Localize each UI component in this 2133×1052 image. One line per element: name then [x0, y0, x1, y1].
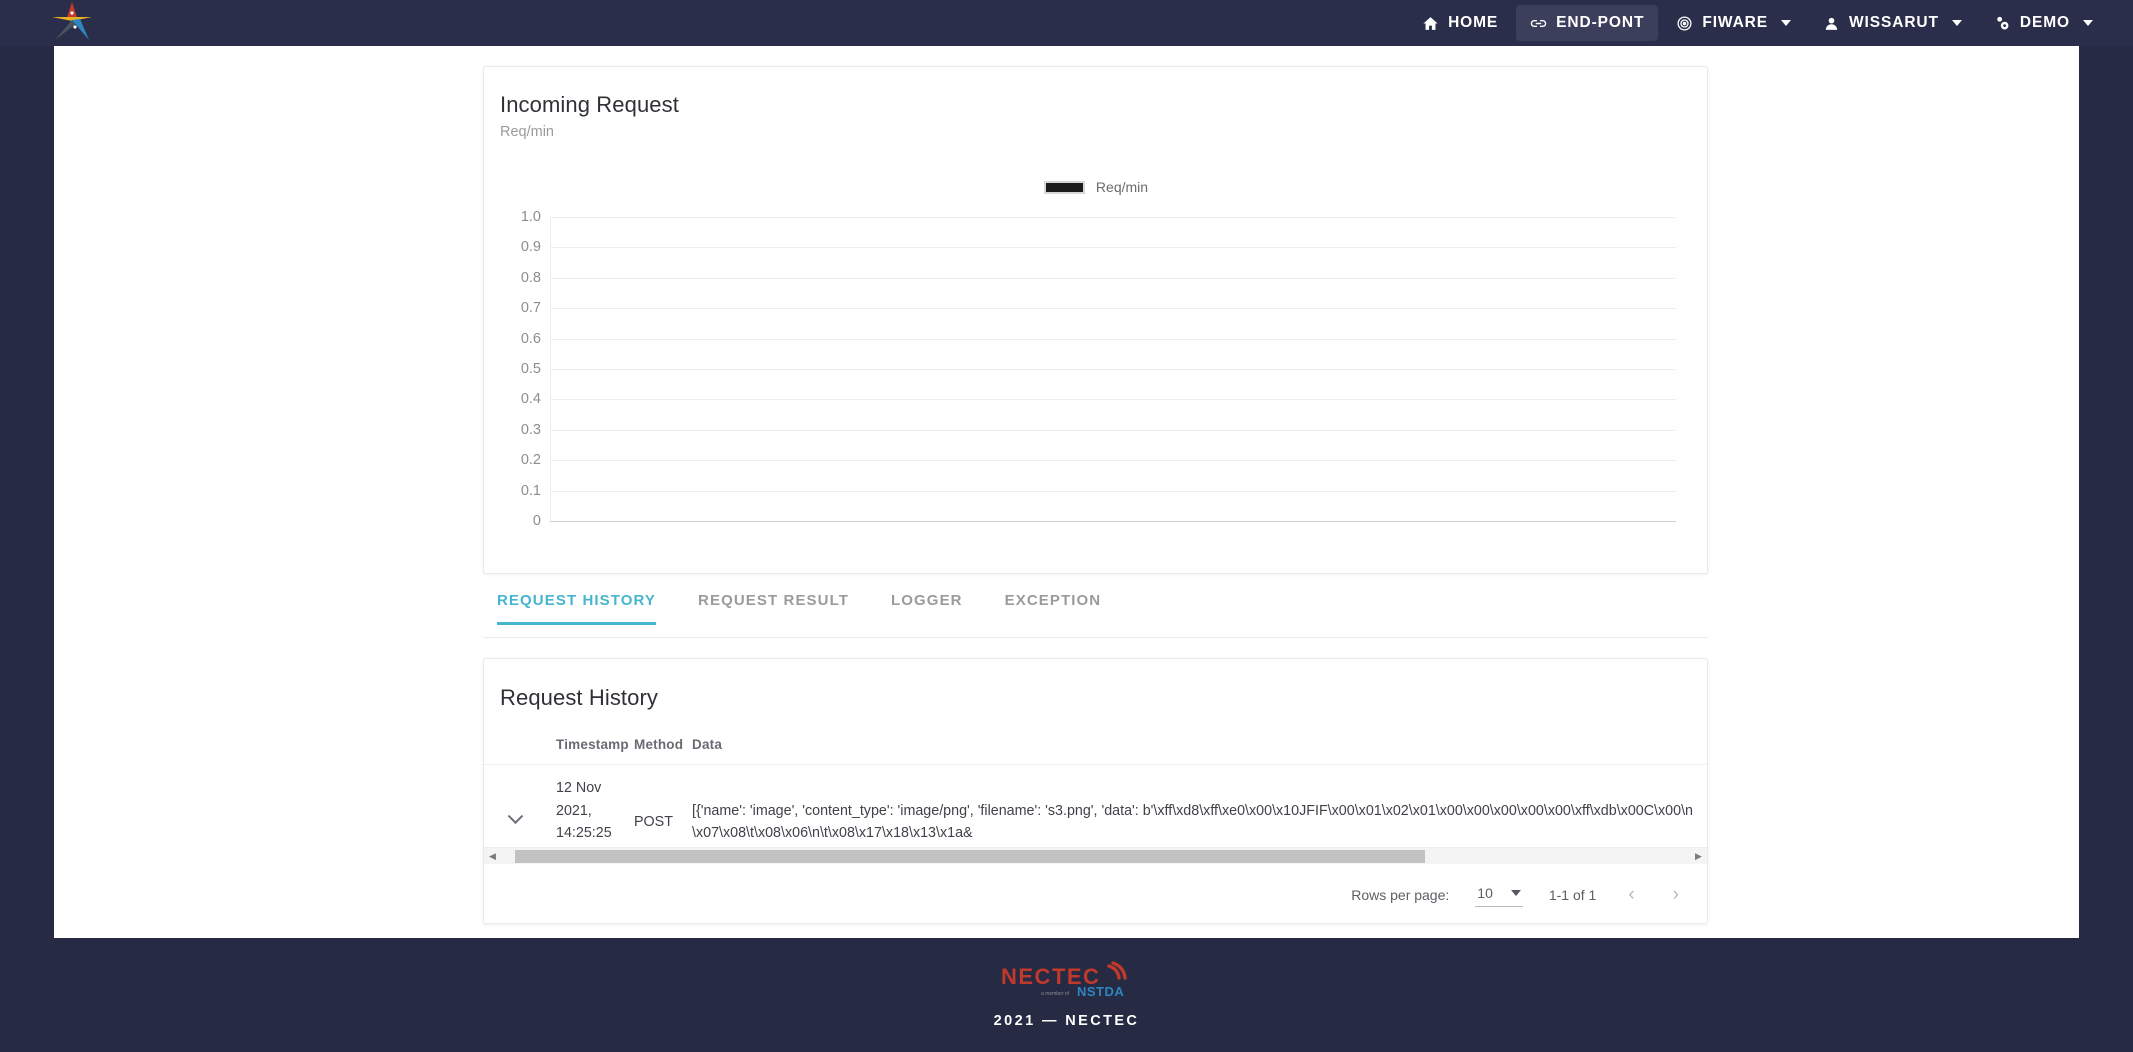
chevron-down-icon	[2083, 20, 2093, 26]
nectec-logo: NECTEC a member of NSTDA	[997, 961, 1137, 1001]
chart-y-tick-label: 0	[532, 513, 541, 529]
table-header-row: Timestamp Method Data	[484, 729, 1707, 765]
tab-request-result[interactable]: REQUEST RESULT	[677, 592, 870, 625]
chevron-down-icon	[1951, 20, 1962, 26]
page-footer: NECTEC a member of NSTDA 2021 — NECTEC	[0, 938, 2133, 1052]
chart-y-tick-label: 0.9	[520, 239, 541, 256]
table-header: Timestamp Method Data	[484, 729, 1707, 765]
chart-y-tick-label: 0.1	[520, 482, 541, 499]
chevron-down-icon	[1510, 890, 1521, 896]
column-header-timestamp: Timestamp	[556, 737, 629, 752]
chart-y-tick-label: 0.6	[520, 330, 541, 347]
tab-request-history[interactable]: REQUEST HISTORY	[483, 592, 677, 625]
top-navigation-bar: HOME END-PONT FIWARE WISSARUT DEMO	[0, 0, 2133, 46]
chart-y-tick-label: 0.8	[520, 269, 541, 286]
pagination-prev-button[interactable]: ‹	[1622, 884, 1640, 906]
chart-gridline	[550, 521, 1676, 522]
chart-gridline	[550, 369, 1676, 370]
nav-item-wissarut-label: WISSARUT	[1849, 14, 1939, 31]
brand-logo[interactable]	[46, 0, 98, 46]
tab-logger-label: LOGGER	[891, 592, 963, 609]
tab-exception-label: EXCEPTION	[1004, 592, 1102, 609]
scrollbar-track[interactable]	[501, 849, 1690, 863]
chart-gridline	[550, 217, 1676, 218]
nav-item-fiware-label: FIWARE	[1702, 14, 1769, 31]
rows-per-page-select[interactable]: 10	[1475, 883, 1523, 907]
nav-item-demo[interactable]: DEMO	[1980, 5, 2107, 41]
nav-item-home[interactable]: HOME	[1408, 5, 1512, 41]
person-icon	[1823, 15, 1840, 32]
table-pagination: Rows per page: 10 1-1 of 1 ‹ ›	[484, 867, 1707, 923]
content-tabs: REQUEST HISTORY REQUEST RESULT LOGGER EX…	[483, 592, 1708, 638]
chart-y-tick-label: 0.7	[520, 300, 541, 317]
chart-y-tick-label: 1.0	[520, 209, 541, 225]
nav-item-end-point-label: END-PONT	[1556, 14, 1645, 31]
legend-swatch-req-min	[1043, 180, 1085, 194]
scrollbar-thumb[interactable]	[515, 849, 1425, 863]
chart-gridline	[550, 338, 1676, 340]
chart-gridline	[550, 308, 1676, 310]
table-card-header: Request History	[500, 685, 658, 711]
chart-y-tick-label: 0.4	[520, 391, 541, 408]
chart-subtitle: Req/min	[500, 124, 554, 140]
tab-request-history-label: REQUEST HISTORY	[497, 592, 657, 609]
nav-item-end-point[interactable]: END-PONT	[1516, 5, 1659, 41]
footer-copyright: 2021 — NECTEC	[993, 1013, 1140, 1029]
rows-per-page-label: Rows per page:	[1351, 887, 1450, 903]
scroll-right-arrow-icon[interactable]: ▶	[1690, 851, 1707, 862]
column-header-method: Method	[634, 737, 684, 752]
svg-text:NSTDA: NSTDA	[1077, 984, 1124, 999]
nav-item-wissarut[interactable]: WISSARUT	[1809, 5, 1976, 41]
chart-gridline	[550, 429, 1676, 431]
column-header-data: Data	[692, 737, 723, 752]
chart-y-tick-label: 0.3	[520, 421, 541, 438]
rows-per-page-value: 10	[1477, 885, 1493, 901]
chart-gridline	[550, 399, 1676, 401]
nav-items: HOME END-PONT FIWARE WISSARUT DEMO	[1408, 0, 2133, 46]
chart-gridline	[550, 277, 1676, 279]
tab-exception[interactable]: EXCEPTION	[984, 592, 1123, 625]
column-header-expand	[484, 729, 546, 765]
settings-gear-icon	[1994, 15, 2011, 32]
legend-label-req-min: Req/min	[1095, 179, 1149, 195]
page-content-sheet: Incoming Request Req/min Req/min 1.0 0.9 0…	[54, 40, 2079, 938]
incoming-request-chart: Req/min 1.0 0.9 0.8 0.7 0.6 0.5 0.4 0.3 0.2 0.1 0	[498, 179, 1694, 545]
chart-card-header: Incoming Request Req/min	[500, 92, 679, 140]
table-horizontal-scrollbar[interactable]: ◀ ▶	[484, 847, 1707, 864]
tab-request-result-label: REQUEST RESULT	[698, 592, 849, 609]
chart-y-tick-label: 0.5	[520, 361, 541, 377]
scroll-left-arrow-icon[interactable]: ◀	[484, 851, 501, 862]
chart-gridline	[550, 490, 1676, 492]
home-icon	[1422, 15, 1439, 32]
chart-y-tick-label: 0.2	[520, 452, 541, 469]
nav-item-fiware[interactable]: FIWARE	[1662, 5, 1805, 41]
chart-gridline	[550, 247, 1676, 249]
request-history-card: Request History Timestamp Method Data 12…	[483, 658, 1708, 924]
chart-gridline	[550, 460, 1676, 462]
chevron-down-icon	[1781, 20, 1792, 26]
pagination-next-button[interactable]: ›	[1667, 884, 1685, 906]
star-logo-icon	[50, 0, 94, 47]
tab-logger[interactable]: LOGGER	[870, 592, 984, 625]
chevron-down-icon[interactable]	[507, 808, 523, 824]
incoming-request-chart-card: Incoming Request Req/min Req/min 1.0 0.9 0…	[483, 66, 1708, 574]
chart-plot-area: 1.0 0.9 0.8 0.7 0.6 0.5 0.4 0.3 0.2 0.1 0	[521, 209, 1676, 529]
request-history-title: Request History	[500, 685, 659, 710]
nav-item-demo-label: DEMO	[2019, 14, 2070, 31]
link-icon	[1530, 15, 1547, 32]
pagination-range-label: 1-1 of 1	[1548, 887, 1597, 903]
nav-item-home-label: HOME	[1448, 14, 1499, 31]
page-title: Incoming Request	[500, 92, 679, 117]
fiware-icon	[1676, 15, 1693, 32]
svg-text:a member of: a member of	[1041, 991, 1070, 997]
chart-legend: Req/min	[498, 179, 1694, 195]
